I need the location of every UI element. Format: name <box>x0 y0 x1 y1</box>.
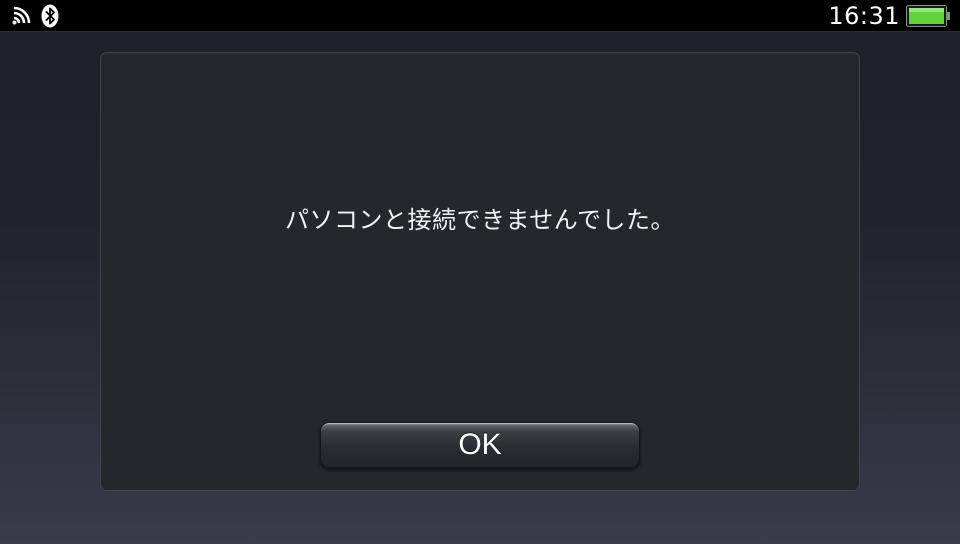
ok-button[interactable]: OK <box>320 422 640 468</box>
clock: 16:31 <box>828 2 900 30</box>
dialog: パソコンと接続できませんでした。 OK <box>100 52 860 491</box>
bluetooth-icon <box>41 4 59 28</box>
battery-full-icon <box>906 5 950 27</box>
status-bar: 16:31 <box>0 0 960 32</box>
wifi-signal-icon <box>12 6 31 25</box>
dialog-message: パソコンと接続できませんでした。 <box>284 206 676 234</box>
